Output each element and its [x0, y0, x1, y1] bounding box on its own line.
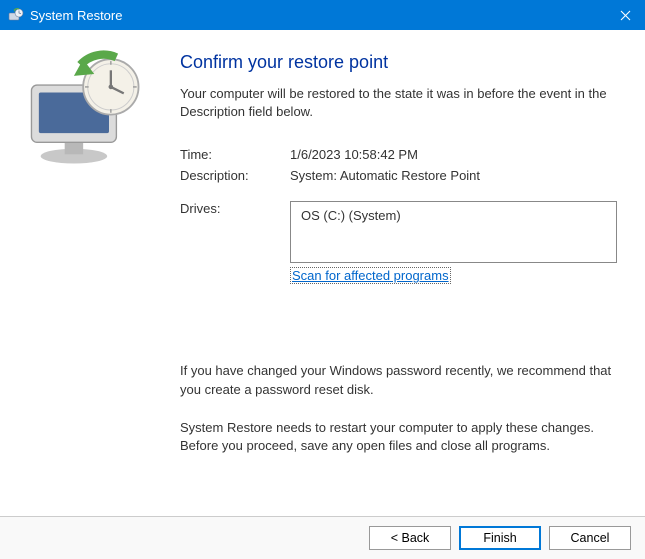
titlebar: System Restore — [0, 0, 645, 30]
restore-graphic-icon — [20, 50, 150, 170]
content-area: Confirm your restore point Your computer… — [0, 30, 645, 516]
password-note: If you have changed your Windows passwor… — [180, 362, 617, 398]
scan-affected-programs-link[interactable]: Scan for affected programs — [290, 267, 451, 284]
close-button[interactable] — [605, 0, 645, 30]
wizard-footer: < Back Finish Cancel — [0, 516, 645, 559]
page-subheading: Your computer will be restored to the st… — [180, 85, 617, 121]
restart-note: System Restore needs to restart your com… — [180, 419, 617, 455]
drives-row: Drives: OS (C:) (System) — [180, 201, 617, 263]
time-value: 1/6/2023 10:58:42 PM — [290, 147, 617, 162]
titlebar-left: System Restore — [8, 7, 122, 23]
time-label: Time: — [180, 147, 290, 162]
description-label: Description: — [180, 168, 290, 183]
back-button[interactable]: < Back — [369, 526, 451, 550]
finish-button[interactable]: Finish — [459, 526, 541, 550]
description-row: Description: System: Automatic Restore P… — [180, 168, 617, 183]
drives-value: OS (C:) (System) — [301, 208, 401, 223]
cancel-button[interactable]: Cancel — [549, 526, 631, 550]
description-value: System: Automatic Restore Point — [290, 168, 617, 183]
right-pane: Confirm your restore point Your computer… — [170, 30, 645, 516]
system-restore-icon — [8, 7, 24, 23]
page-heading: Confirm your restore point — [180, 52, 617, 73]
drives-label: Drives: — [180, 201, 290, 263]
drives-list: OS (C:) (System) — [290, 201, 617, 263]
left-pane — [0, 30, 170, 516]
window-title: System Restore — [30, 8, 122, 23]
time-row: Time: 1/6/2023 10:58:42 PM — [180, 147, 617, 162]
